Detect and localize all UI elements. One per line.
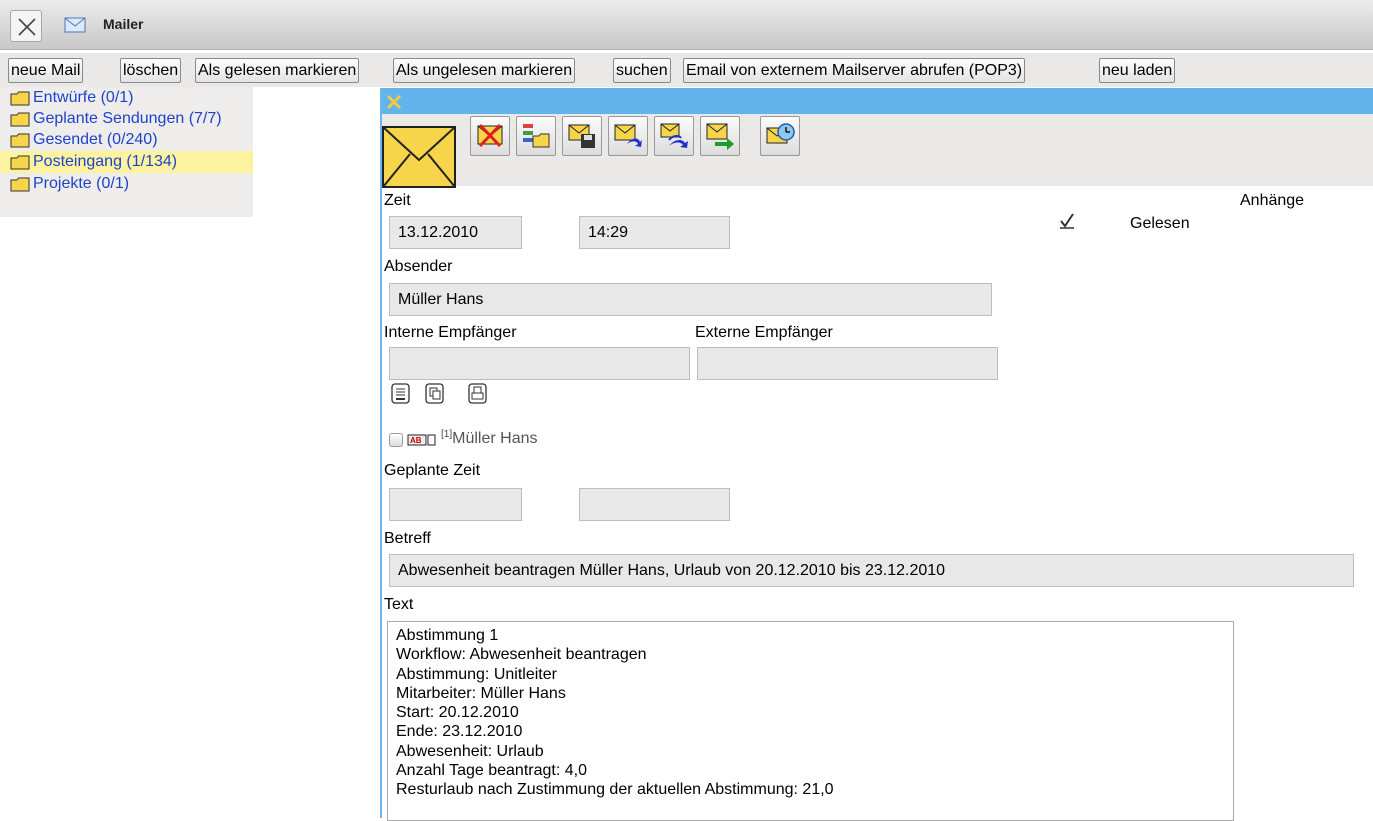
search-button[interactable]: suchen (613, 58, 671, 83)
time-field[interactable]: 14:29 (579, 216, 730, 249)
body-line: Workflow: Abwesenheit beantragen (396, 646, 647, 664)
folder-sent[interactable]: Gesendet (0/240) (0, 129, 253, 151)
folder-tree: Entwürfe (0/1) Geplante Sendungen (7/7) … (0, 87, 253, 217)
panel-border (380, 88, 382, 818)
schedule-send-button[interactable] (760, 116, 800, 156)
save-mail-icon (568, 124, 595, 148)
body-line: Ende: 23.12.2010 (396, 723, 523, 741)
internal-recipients-label: Interne Empfänger (384, 324, 517, 341)
scheduled-date-field[interactable] (389, 488, 522, 521)
big-envelope-icon (382, 126, 456, 188)
recipient-checkbox[interactable] (389, 433, 403, 447)
recipient-name: Müller Hans (452, 430, 538, 447)
reply-button[interactable] (608, 116, 648, 156)
body-line: Resturlaub nach Zustimmung der aktuellen… (396, 781, 834, 799)
reply-all-icon (660, 123, 688, 148)
sender-label: Absender (384, 258, 453, 275)
move-to-folder-button[interactable] (516, 116, 556, 156)
body-line: Abstimmung: Unitleiter (396, 665, 557, 683)
folder-icon (10, 91, 30, 106)
body-line: Abwesenheit: Urlaub (396, 742, 544, 760)
date-field[interactable]: 13.12.2010 (389, 216, 522, 249)
reply-icon (614, 124, 642, 147)
new-mail-button[interactable]: neue Mail (8, 58, 84, 83)
folder-icon (10, 177, 30, 192)
folder-scheduled[interactable]: Geplante Sendungen (7/7) (0, 108, 253, 130)
svg-text:AB: AB (410, 436, 422, 445)
zeit-label: Zeit (384, 192, 411, 209)
forward-button[interactable] (700, 116, 740, 156)
folder-icon (10, 112, 30, 127)
internal-recipients-field[interactable] (389, 347, 690, 380)
folder-icon (10, 155, 30, 170)
mark-read-button[interactable]: Als gelesen markieren (195, 58, 360, 83)
save-mail-button[interactable] (562, 116, 602, 156)
read-label: Gelesen (1130, 215, 1190, 232)
attachments-label: Anhänge (1240, 192, 1305, 209)
fetch-pop3-button[interactable]: Email von externem Mailserver abrufen (P… (683, 58, 1026, 83)
close-button[interactable] (10, 10, 42, 42)
schedule-clock-icon (766, 123, 795, 144)
folder-label: Posteingang (1/134) (33, 153, 178, 170)
body-line: Anzahl Tage beantragt: 4,0 (396, 762, 587, 780)
text-label: Text (384, 596, 414, 613)
scheduled-time-label: Geplante Zeit (384, 462, 481, 479)
subject-field[interactable]: Abwesenheit beantragen Müller Hans, Urla… (389, 554, 1354, 587)
body-line: Abstimmung 1 (396, 627, 499, 644)
app-title: Mailer (103, 16, 144, 32)
folder-label: Entwürfe (0/1) (33, 89, 134, 106)
folder-projects[interactable]: Projekte (0/1) (0, 173, 253, 195)
folder-label: Geplante Sendungen (7/7) (33, 110, 222, 127)
body-line: Start: 20.12.2010 (396, 704, 519, 722)
sender-field[interactable]: Müller Hans (389, 283, 992, 316)
mail-body-textarea[interactable]: Abstimmung 1 Workflow: Abwesenheit beant… (387, 621, 1234, 821)
folder-icon (10, 133, 30, 148)
folder-label: Projekte (0/1) (33, 175, 130, 192)
mail-action-bar (382, 114, 1373, 188)
recipient-entry: [1]Müller Hans (441, 429, 538, 448)
external-recipients-field[interactable] (697, 347, 998, 380)
panel-header (382, 88, 1373, 114)
envelope-icon (64, 17, 86, 33)
copy-icon[interactable] (424, 383, 446, 405)
close-panel-icon[interactable] (386, 94, 402, 110)
forward-icon (706, 123, 734, 150)
mark-unread-button[interactable]: Als ungelesen markieren (393, 58, 576, 83)
subject-label: Betreff (384, 530, 431, 547)
main-toolbar: neue Mail löschen Als gelesen markieren … (0, 53, 1373, 87)
external-recipients-label: Externe Empfänger (695, 324, 833, 341)
address-entry-icon: AB (407, 434, 436, 446)
address-book-icon[interactable] (390, 383, 412, 405)
delete-mail-button[interactable] (470, 116, 510, 156)
delete-mail-icon (477, 123, 503, 148)
read-checkbox[interactable] (1059, 212, 1075, 230)
print-icon[interactable] (467, 383, 489, 405)
folder-label: Gesendet (0/240) (33, 131, 158, 148)
recipient-index: [1] (441, 429, 453, 440)
body-line: Mitarbeiter: Müller Hans (396, 684, 566, 702)
title-bar: Mailer (0, 0, 1373, 50)
folder-inbox[interactable]: Posteingang (1/134) (0, 151, 253, 173)
reply-all-button[interactable] (654, 116, 694, 156)
reload-button[interactable]: neu laden (1099, 58, 1176, 83)
close-x-icon (18, 18, 36, 36)
move-folder-icon (523, 124, 550, 148)
scheduled-time-field[interactable] (579, 488, 730, 521)
folder-drafts[interactable]: Entwürfe (0/1) (0, 87, 253, 109)
delete-button[interactable]: löschen (120, 58, 182, 83)
